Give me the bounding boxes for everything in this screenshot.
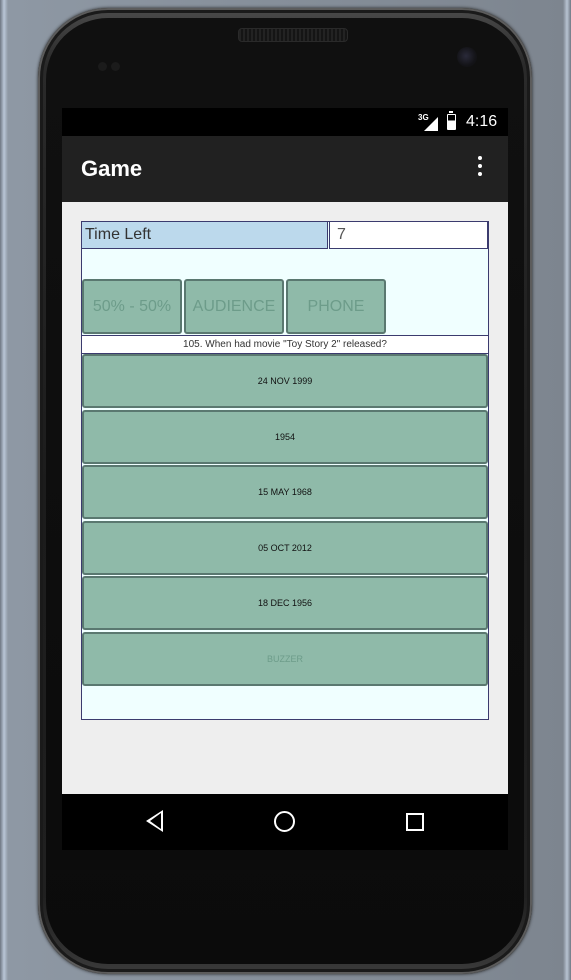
recents-icon[interactable]	[406, 813, 424, 831]
answer-button-2[interactable]: 1954	[82, 410, 488, 464]
phone-button[interactable]: PHONE	[286, 279, 386, 334]
battery-icon	[447, 111, 456, 130]
audience-button[interactable]: AUDIENCE	[184, 279, 284, 334]
front-camera	[457, 47, 477, 67]
fifty-fifty-button[interactable]: 50% - 50%	[82, 279, 182, 334]
time-left-value: 7	[329, 222, 488, 249]
answer-button-5[interactable]: 18 DEC 1956	[82, 576, 488, 630]
signal-icon: 3G	[418, 113, 440, 131]
answer-button-4[interactable]: 05 OCT 2012	[82, 521, 488, 575]
status-time: 4:16	[466, 113, 498, 130]
answer-button-1[interactable]: 24 NOV 1999	[82, 354, 488, 408]
answer-button-3[interactable]: 15 MAY 1968	[82, 465, 488, 519]
action-bar: Game	[62, 136, 508, 202]
home-icon[interactable]	[274, 811, 295, 832]
status-bar: 3G 4:16	[62, 108, 508, 136]
game-panel: Time Left 7 50% - 50% AUDIENCE PHONE 105…	[81, 221, 489, 720]
time-left-label: Time Left	[82, 222, 328, 249]
more-vert-icon[interactable]	[474, 156, 486, 182]
device-screen: 3G 4:16 Game Time Left 7 50% - 50% AUDIE…	[62, 108, 508, 850]
question-text: 105. When had movie "Toy Story 2" releas…	[82, 335, 488, 354]
earpiece-speaker	[238, 28, 348, 42]
page-title: Game	[81, 156, 143, 181]
sensor-dots	[98, 58, 128, 71]
buzzer-button[interactable]: BUZZER	[82, 632, 488, 686]
back-icon[interactable]	[146, 810, 163, 832]
emulator-frame: 3G 4:16 Game Time Left 7 50% - 50% AUDIE…	[0, 0, 571, 980]
navigation-bar	[62, 794, 508, 850]
